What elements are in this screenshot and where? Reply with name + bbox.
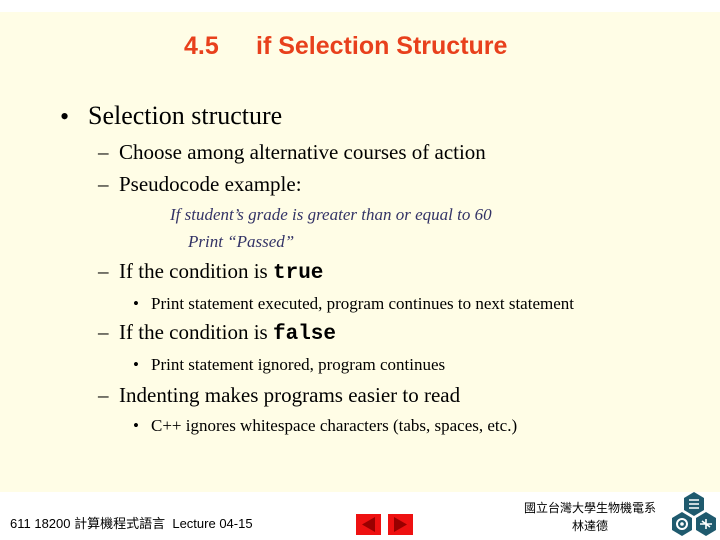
arrow-left-icon xyxy=(362,517,375,532)
bullet-choose-among: Choose among alternative courses of acti… xyxy=(119,140,486,164)
arrow-right-icon xyxy=(394,517,407,532)
dash-marker: – xyxy=(98,259,109,283)
dash-marker: – xyxy=(98,140,109,164)
condition-prefix: If the condition is xyxy=(119,320,273,344)
title-number: 4.5 xyxy=(184,32,219,60)
dash-marker: – xyxy=(98,172,109,196)
bullet-condition-true: If the condition is true xyxy=(119,259,323,285)
institution-name: 國立台灣大學生物機電系 xyxy=(523,501,656,515)
bullet-marker: • xyxy=(60,102,70,131)
bullet-marker: • xyxy=(133,294,139,313)
bullet-condition-false: If the condition is false xyxy=(119,320,336,346)
bullet-whitespace: C++ ignores whitespace characters (tabs,… xyxy=(151,416,518,435)
bullet-marker: • xyxy=(133,355,139,374)
code-false: false xyxy=(272,323,336,346)
bullet-false-result: Print statement ignored, program continu… xyxy=(151,355,446,374)
author-name: 林達德 xyxy=(571,519,608,533)
next-slide-button[interactable] xyxy=(388,514,413,535)
footer-course-info: 611 18200 計算機程式語言 Lecture 04-15 xyxy=(10,513,253,532)
condition-prefix: If the condition is xyxy=(119,259,273,283)
dash-marker: – xyxy=(98,383,109,407)
pseudocode-line-1: If student’s grade is greater than or eq… xyxy=(170,205,492,224)
bullet-true-result: Print statement executed, program contin… xyxy=(151,294,574,313)
previous-slide-button[interactable] xyxy=(356,514,381,535)
pseudocode-line-2: Print “Passed” xyxy=(188,232,295,251)
lecture-number: Lecture 04-15 xyxy=(172,516,253,531)
bullet-pseudocode-example: Pseudocode example: xyxy=(119,172,302,196)
institution-info: 國立台灣大學生物機電系 林達德 xyxy=(510,499,670,535)
bullet-indenting: Indenting makes programs easier to read xyxy=(119,383,461,407)
bullet-selection-structure: Selection structure xyxy=(88,101,283,130)
course-name: 611 18200 計算機程式語言 xyxy=(10,516,166,531)
department-logo-icon xyxy=(672,492,716,536)
title-text: if Selection Structure xyxy=(256,32,508,60)
dash-marker: – xyxy=(98,320,109,344)
bullet-marker: • xyxy=(133,416,139,435)
code-true: true xyxy=(272,262,324,285)
